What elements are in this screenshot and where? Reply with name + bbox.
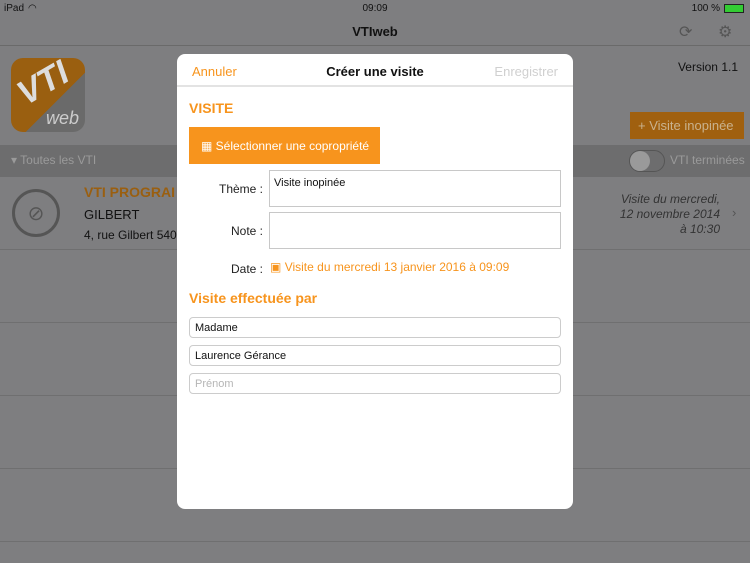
logo-sub: web: [45, 108, 79, 128]
gear-icon[interactable]: ⚙: [718, 22, 732, 42]
item-name: GILBERT: [84, 207, 140, 222]
date-line: Visite du mercredi,: [620, 192, 720, 206]
sync-icon[interactable]: ⟳: [679, 22, 692, 42]
date-label: Date :: [230, 262, 263, 276]
create-visit-modal: Annuler Créer une visite Enregistrer VIS…: [177, 54, 573, 509]
battery-label: 100 %: [691, 3, 720, 14]
theme-input[interactable]: Visite inopinée: [269, 170, 561, 207]
clock: 09:09: [362, 3, 388, 14]
name-input[interactable]: Laurence Gérance: [189, 345, 561, 366]
app-title: VTIweb: [352, 24, 398, 39]
date-value: Visite du mercredi 13 janvier 2016 à 09:…: [284, 260, 510, 274]
select-property-button[interactable]: ▦ Sélectionner une copropriété: [189, 127, 380, 164]
quick-visit-button[interactable]: + Visite inopinée: [630, 112, 744, 139]
firstname-input[interactable]: Prénom: [189, 373, 561, 394]
chevron-right-icon: ›: [732, 205, 737, 220]
civility-input[interactable]: Madame: [189, 317, 561, 338]
building-icon: ▦: [201, 139, 216, 153]
note-input[interactable]: [269, 212, 561, 249]
item-date: Visite du mercredi, 12 novembre 2014 à 10:…: [620, 192, 720, 237]
save-button[interactable]: Enregistrer: [494, 64, 558, 79]
item-title: VTI PROGRAI: [84, 184, 176, 200]
cancel-button[interactable]: Annuler: [192, 64, 237, 79]
nav-bar: VTIweb ⟳ ⚙: [0, 16, 750, 46]
date-picker[interactable]: ▣ Visite du mercredi 13 janvier 2016 à 0…: [270, 260, 509, 274]
logo-text: VTI: [11, 58, 76, 113]
finished-toggle[interactable]: [629, 150, 665, 172]
no-photo-icon: ⊘: [12, 189, 60, 237]
section-visit: VISITE: [189, 100, 234, 116]
calendar-icon: ▣: [270, 260, 282, 274]
note-label: Note :: [230, 224, 263, 238]
theme-label: Thème :: [218, 182, 263, 196]
filter-dropdown[interactable]: ▾ Toutes les VTI: [11, 153, 96, 167]
toggle-label: VTI terminées: [670, 153, 745, 167]
section-performed-by: Visite effectuée par: [189, 290, 318, 306]
app-logo: VTI web: [11, 58, 85, 132]
battery-icon: [724, 4, 744, 13]
status-bar: iPad ◠ 09:09 100 %: [0, 0, 750, 16]
date-line: à 10:30: [679, 222, 720, 236]
item-address: 4, rue Gilbert 540: [84, 228, 177, 242]
version-label: Version 1.1: [677, 60, 738, 74]
date-line: 12 novembre 2014: [619, 207, 720, 221]
modal-header: Annuler Créer une visite Enregistrer: [177, 54, 573, 87]
select-label: Sélectionner une copropriété: [215, 139, 370, 153]
